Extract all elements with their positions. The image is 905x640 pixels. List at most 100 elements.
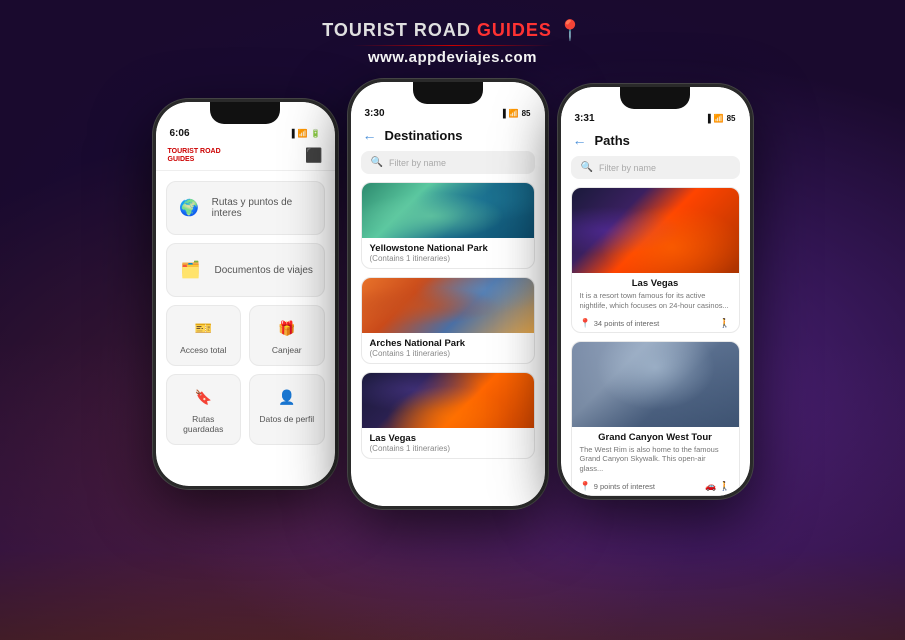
lasvegas-image	[362, 373, 534, 428]
grandcanyon-poi: 📍 9 points of interest	[580, 481, 656, 492]
header-url: www.appdeviajes.com	[322, 49, 583, 66]
destinations-list: Yellowstone National Park (Contains 1 it…	[351, 182, 545, 506]
lasvegas-path-info: Las Vegas It is a resort town famous for…	[572, 273, 739, 315]
search-icon: 🔍	[581, 162, 593, 173]
grandcanyon-travel-icons: 🚗 🚶	[705, 481, 730, 492]
pin-icon: 📍	[580, 318, 591, 329]
phone1-logo-line1: TOURIST ROAD	[168, 148, 221, 156]
access-label: Acceso total	[180, 345, 226, 355]
lasvegas-poi-text: 34 points of interest	[594, 319, 659, 328]
phone2-search-bar[interactable]: 🔍 Filter by name	[361, 151, 535, 174]
car-icon: 🚗	[705, 481, 716, 492]
menu-item-saved[interactable]: 🔖 Rutas guardadas	[166, 374, 242, 445]
walk-icon: 🚶	[719, 481, 730, 492]
pin-icon: 📍	[580, 481, 591, 492]
battery-icon: 85	[522, 109, 531, 118]
lasvegas-path-meta: 📍 34 points of interest 🚶	[572, 315, 739, 333]
lasvegas-info: Las Vegas (Contains 1 itineraries)	[362, 428, 534, 458]
phone3-screen: 3:31 ▐ 📶 85 ← Paths 🔍 Filter by name	[561, 87, 750, 496]
logo-pin-icon: 📍	[558, 18, 583, 43]
search-placeholder: Filter by name	[389, 158, 446, 168]
phone1-menu-grid: 🌍 Rutas y puntos de interes 🗂️ Documento…	[156, 171, 335, 486]
search-placeholder: Filter by name	[599, 163, 656, 173]
wifi-icon: 📶	[298, 129, 308, 138]
logo-area: TOURIST ROAD GUIDES 📍	[322, 18, 583, 43]
grandcanyon-image	[572, 342, 739, 427]
menu-icon[interactable]: ⬛	[305, 147, 322, 164]
arches-info: Arches National Park (Contains 1 itinera…	[362, 333, 534, 363]
signal-icon: ▐	[289, 129, 295, 138]
lasvegas-path-name: Las Vegas	[580, 278, 731, 289]
phone1-status-icons: ▐ 📶 🔋	[289, 129, 321, 138]
arches-name: Arches National Park	[370, 338, 526, 349]
routes-icon: 🌍	[177, 194, 202, 222]
grandcanyon-path-info: Grand Canyon West Tour The West Rim is a…	[572, 427, 739, 478]
phone1-time: 6:06	[170, 128, 190, 139]
walk-icon: 🚶	[719, 318, 730, 329]
logo-tourist: TOURIST	[322, 20, 408, 41]
phone2-screen: 3:30 ▐ 📶 85 ← Destinations 🔍 Filter by n…	[351, 82, 545, 506]
phone3-notch	[620, 87, 690, 109]
phone2-time: 3:30	[365, 108, 385, 119]
menu-item-access[interactable]: 🎫 Acceso total	[166, 305, 242, 366]
paths-list: Las Vegas It is a resort town famous for…	[561, 187, 750, 496]
phone1-logo: TOURIST ROAD GUIDES	[168, 148, 221, 163]
lasvegas-name: Las Vegas	[370, 433, 526, 444]
logo-guides: GUIDES	[477, 20, 552, 41]
menu-item-profile[interactable]: 👤 Datos de perfil	[249, 374, 325, 445]
saved-icon: 🔖	[191, 385, 215, 409]
menu-row-1: 🎫 Acceso total 🎁 Canjear	[166, 305, 325, 366]
menu-row-2: 🔖 Rutas guardadas 👤 Datos de perfil	[166, 374, 325, 445]
arches-sub: (Contains 1 itineraries)	[370, 349, 526, 358]
yellowstone-name: Yellowstone National Park	[370, 243, 526, 254]
phone3-status-icons: ▐ 📶 85	[705, 114, 736, 123]
battery-icon: 85	[727, 114, 736, 123]
destination-arches[interactable]: Arches National Park (Contains 1 itinera…	[361, 277, 535, 364]
yellowstone-sub: (Contains 1 itineraries)	[370, 254, 526, 263]
canjear-icon: 🎁	[275, 316, 299, 340]
phone1-screen: 6:06 ▐ 📶 🔋 TOURIST ROAD GUIDES ⬛	[156, 102, 335, 486]
lasvegas-path-desc: It is a resort town famous for its activ…	[580, 291, 731, 311]
access-icon: 🎫	[191, 316, 215, 340]
page-wrapper: TOURIST ROAD GUIDES 📍 www.appdeviajes.co…	[0, 0, 905, 640]
phone2-status-icons: ▐ 📶 85	[500, 109, 531, 118]
yellowstone-image	[362, 183, 534, 238]
phone1-notch	[210, 102, 280, 124]
documents-label: Documentos de viajes	[215, 265, 313, 276]
destination-yellowstone[interactable]: Yellowstone National Park (Contains 1 it…	[361, 182, 535, 269]
signal-icon: ▐	[500, 109, 506, 118]
logo-road: ROAD	[414, 20, 471, 41]
lasvegas-sub: (Contains 1 itineraries)	[370, 444, 526, 453]
back-button[interactable]: ←	[573, 132, 587, 148]
path-grandcanyon[interactable]: Grand Canyon West Tour The West Rim is a…	[571, 341, 740, 496]
phone1-logo-line2: GUIDES	[168, 156, 221, 164]
paths-title: Paths	[595, 133, 630, 148]
phone3-search-bar[interactable]: 🔍 Filter by name	[571, 156, 740, 179]
destination-lasvegas[interactable]: Las Vegas (Contains 1 itineraries)	[361, 372, 535, 459]
phone-main-menu: 6:06 ▐ 📶 🔋 TOURIST ROAD GUIDES ⬛	[153, 99, 338, 489]
path-lasvegas[interactable]: Las Vegas It is a resort town famous for…	[571, 187, 740, 333]
menu-item-canjear[interactable]: 🎁 Canjear	[249, 305, 325, 366]
arches-image	[362, 278, 534, 333]
lasvegas-travel-icons: 🚶	[719, 318, 730, 329]
menu-item-routes[interactable]: 🌍 Rutas y puntos de interes	[166, 181, 325, 235]
phone3-app-header: ← Paths	[561, 128, 750, 156]
phone2-notch	[413, 82, 483, 104]
phone1-app-header: TOURIST ROAD GUIDES ⬛	[156, 143, 335, 171]
wifi-icon: 📶	[714, 114, 724, 123]
phone-paths: 3:31 ▐ 📶 85 ← Paths 🔍 Filter by name	[558, 84, 753, 499]
routes-label: Rutas y puntos de interes	[212, 197, 314, 219]
profile-label: Datos de perfil	[259, 414, 314, 424]
menu-item-documents[interactable]: 🗂️ Documentos de viajes	[166, 243, 325, 297]
battery-icon: 🔋	[311, 129, 321, 138]
search-icon: 🔍	[371, 157, 383, 168]
lasvegas2-image	[572, 188, 739, 273]
grandcanyon-path-desc: The West Rim is also home to the famous …	[580, 445, 731, 474]
phones-container: 6:06 ▐ 📶 🔋 TOURIST ROAD GUIDES ⬛	[153, 74, 753, 509]
saved-label: Rutas guardadas	[175, 414, 233, 434]
canjear-label: Canjear	[272, 345, 302, 355]
yellowstone-info: Yellowstone National Park (Contains 1 it…	[362, 238, 534, 268]
header: TOURIST ROAD GUIDES 📍 www.appdeviajes.co…	[322, 0, 583, 74]
header-divider	[353, 45, 553, 46]
back-button[interactable]: ←	[363, 127, 377, 143]
